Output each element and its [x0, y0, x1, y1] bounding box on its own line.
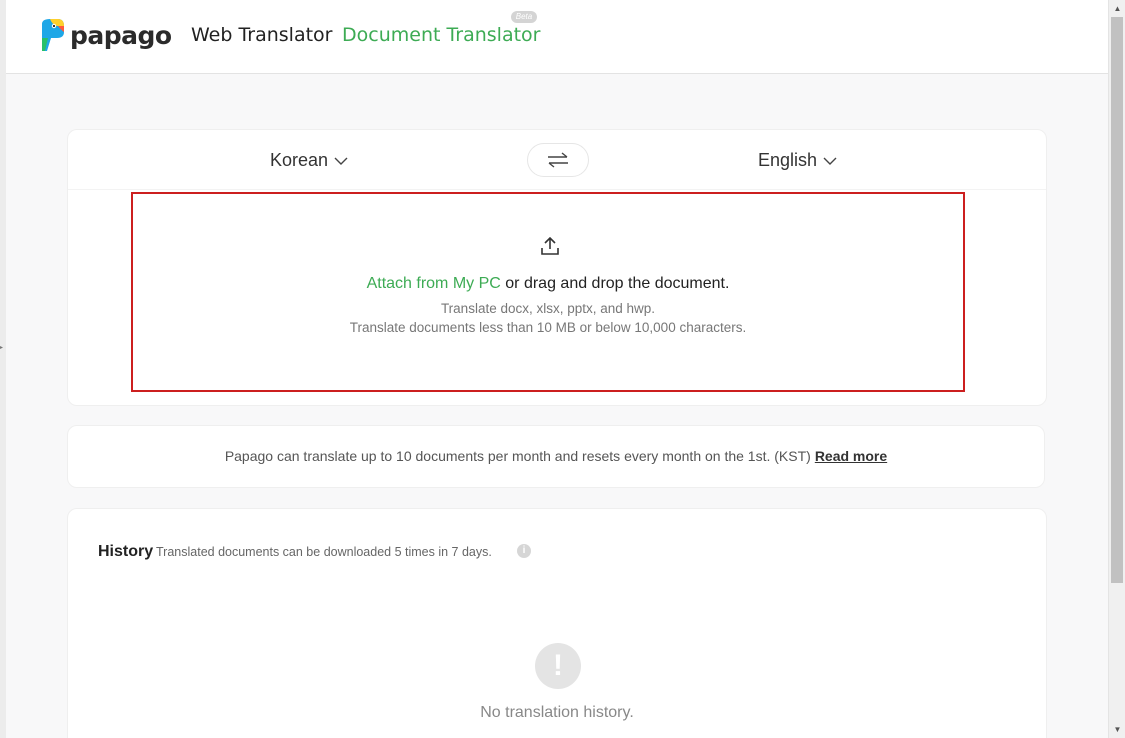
history-card: History Translated documents can be down…	[67, 508, 1047, 738]
usage-notice-text: Papago can translate up to 10 documents …	[224, 448, 811, 464]
usage-notice-card: Papago can translate up to 10 documents …	[67, 425, 1045, 488]
scroll-up-arrow-icon[interactable]: ▲	[1109, 0, 1125, 17]
history-title: History	[98, 543, 154, 560]
swap-languages-button[interactable]	[527, 143, 589, 177]
header: papago Web Translator Document Translato…	[6, 0, 1108, 74]
usage-notice: Papago can translate up to 10 documents …	[68, 448, 1044, 464]
source-language-label: Korean	[270, 150, 329, 170]
beta-badge: Beta	[511, 11, 537, 23]
swap-arrows-icon	[548, 152, 568, 168]
nav-web-translator[interactable]: Web Translator	[191, 24, 332, 46]
upload-icon	[541, 237, 559, 255]
attach-instruction: Attach from My PC or drag and drop the d…	[133, 275, 963, 293]
supported-formats-text: Translate docx, xlsx, pptx, and hwp.	[440, 301, 656, 316]
empty-alert-icon: !	[535, 643, 581, 689]
target-language-select[interactable]: English	[758, 150, 837, 171]
attach-from-pc-link[interactable]: Attach from My PC	[367, 275, 501, 292]
papago-logo[interactable]: papago	[38, 18, 172, 52]
translate-card: Korean English Attach from My PC or drag…	[67, 129, 1047, 406]
papago-bird-icon	[42, 19, 64, 51]
logo-text: papago	[70, 20, 172, 50]
drag-drop-text: or drag and drop the document.	[500, 275, 730, 292]
vertical-scrollbar[interactable]: ▲ ▼	[1108, 0, 1125, 738]
document-dropzone[interactable]: Attach from My PC or drag and drop the d…	[131, 192, 965, 392]
history-description: Translated documents can be downloaded 5…	[156, 545, 492, 559]
nav-document-translator[interactable]: Document Translator	[342, 24, 541, 46]
read-more-link[interactable]: Read more	[815, 448, 887, 464]
scrollbar-thumb[interactable]	[1111, 17, 1123, 583]
source-language-select[interactable]: Korean	[270, 150, 348, 171]
chevron-down-icon	[823, 157, 837, 165]
scroll-down-arrow-icon[interactable]: ▼	[1109, 721, 1125, 738]
empty-history-text: No translation history.	[480, 704, 634, 721]
page: papago Web Translator Document Translato…	[6, 0, 1108, 738]
language-selector-row: Korean English	[68, 130, 1046, 190]
chevron-down-icon	[334, 157, 348, 165]
size-limit-text: Translate documents less than 10 MB or b…	[349, 320, 747, 335]
target-language-label: English	[758, 150, 818, 170]
info-icon[interactable]: i	[517, 544, 531, 558]
expand-arrow-icon[interactable]: ▸	[0, 344, 3, 351]
